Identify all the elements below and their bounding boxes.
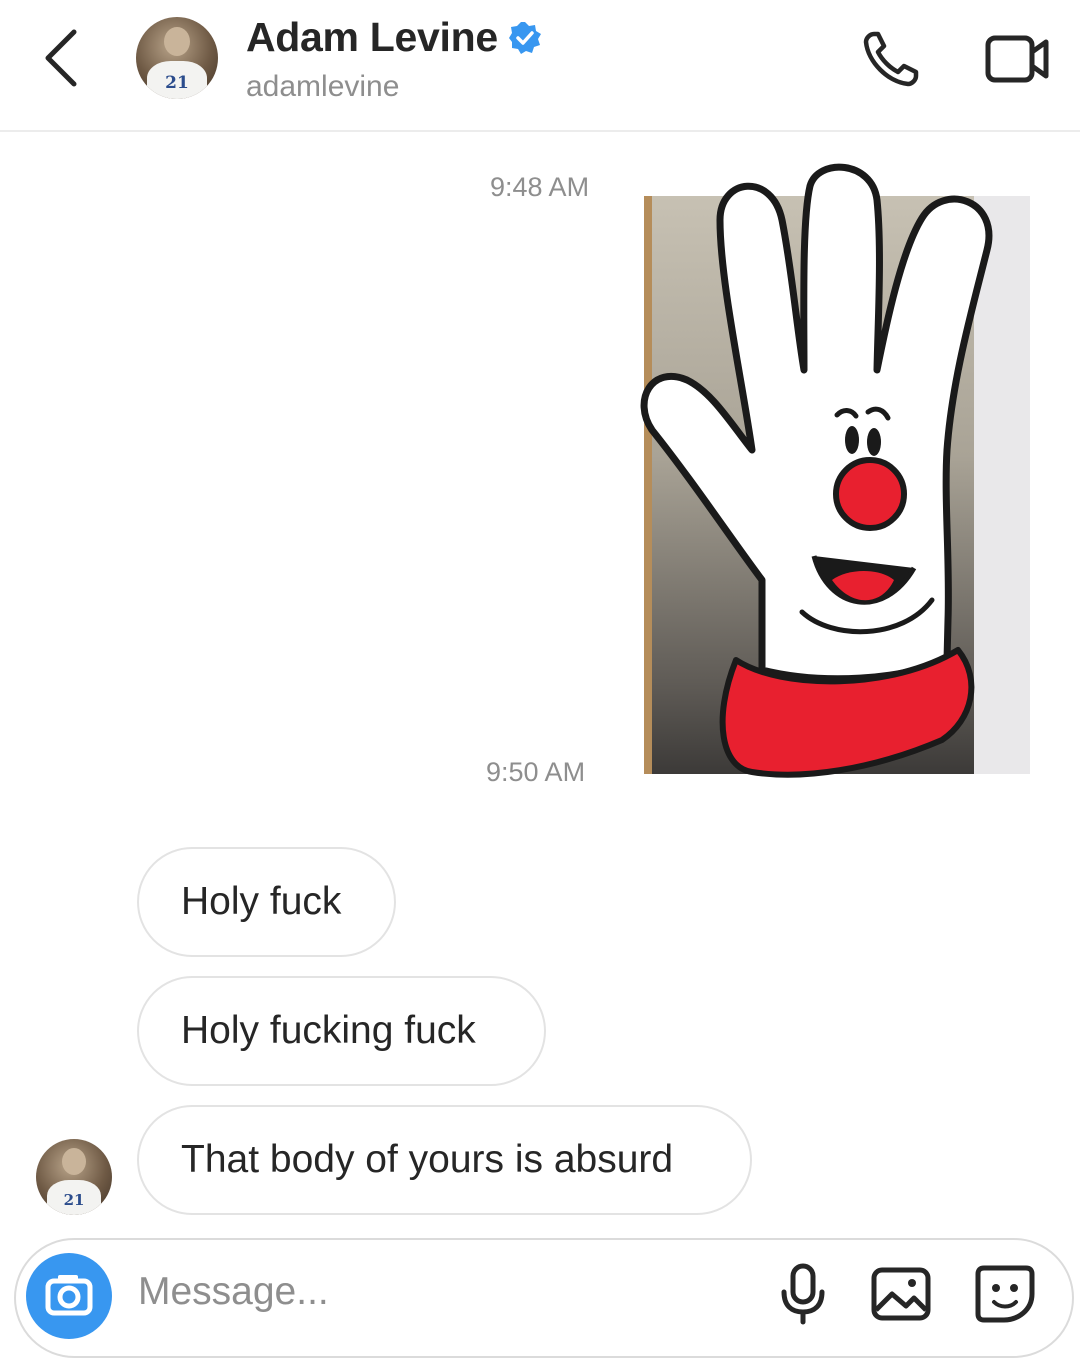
- message-text: That body of yours is absurd: [181, 1138, 674, 1181]
- timestamp: 9:50 AM: [486, 757, 586, 787]
- timestamp: 9:48 AM: [490, 172, 590, 202]
- message-bubble[interactable]: Holy fuck: [137, 847, 396, 957]
- avatar-head: [163, 26, 191, 57]
- message-text: Holy fucking fuck: [181, 1009, 476, 1052]
- sender-avatar[interactable]: 21: [36, 1139, 112, 1215]
- sticker-icon[interactable]: [974, 1264, 1036, 1324]
- verified-badge-icon: [508, 21, 541, 54]
- avatar-head: [61, 1148, 87, 1176]
- camera-icon: [45, 1275, 93, 1316]
- contact-title-row[interactable]: Adam Levine: [246, 14, 542, 61]
- camera-button[interactable]: [26, 1253, 112, 1339]
- message-input[interactable]: [138, 1262, 738, 1322]
- image-icon[interactable]: [870, 1266, 932, 1322]
- video-camera-icon[interactable]: [984, 32, 1054, 86]
- shared-photo[interactable]: [640, 163, 1030, 778]
- microphone-icon[interactable]: [778, 1262, 828, 1326]
- message-bubble[interactable]: Holy fucking fuck: [137, 976, 546, 1086]
- avatar-jersey-number: 21: [147, 61, 207, 99]
- back-chevron-icon[interactable]: [38, 26, 88, 90]
- avatar-jersey-number: 21: [46, 1180, 102, 1215]
- cartoon-glove-sticker: [640, 163, 993, 778]
- contact-handle: adamlevine: [246, 70, 400, 103]
- chat-header: 21 Adam Levine adamlevine: [0, 0, 1080, 132]
- message-bubble[interactable]: That body of yours is absurd: [137, 1105, 752, 1215]
- header-avatar[interactable]: 21: [136, 17, 218, 99]
- contact-name: Adam Levine: [246, 14, 498, 60]
- phone-icon[interactable]: [860, 28, 922, 90]
- message-text: Holy fuck: [181, 880, 342, 923]
